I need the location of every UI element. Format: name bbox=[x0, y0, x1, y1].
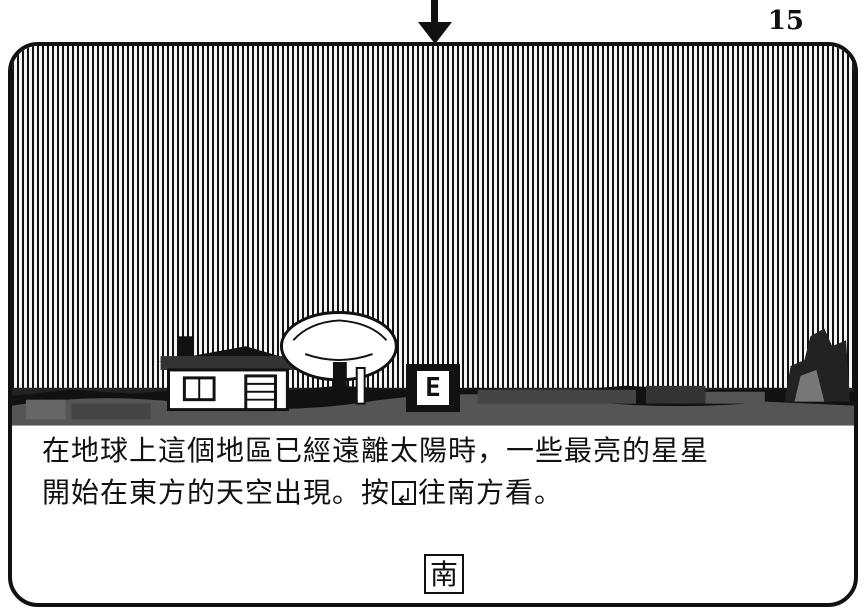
south-direction-button[interactable]: 南 bbox=[424, 554, 464, 594]
east-marker: E bbox=[406, 364, 460, 412]
caption-line-2-start: 開始在東方的天空出現。按 bbox=[42, 476, 391, 509]
caption-line-2-end: 往南方看。 bbox=[418, 476, 564, 509]
house bbox=[158, 336, 300, 412]
rocks bbox=[784, 328, 851, 402]
down-arrow-icon bbox=[418, 22, 452, 44]
caption-line-1: 在地球上這個地區已經遠離太陽時，一些最亮的星星 bbox=[42, 434, 710, 467]
narration-text: 在地球上這個地區已經遠離太陽時，一些最亮的星星 開始在東方的天空出現。按往南方看… bbox=[42, 430, 842, 519]
game-screen: E 在地球上這個地區已經遠離太陽時，一些最亮的星星 開始在東方的天空出現。按往南… bbox=[8, 42, 858, 607]
enter-key-icon bbox=[392, 477, 417, 519]
caption-line-2: 開始在東方的天空出現。按往南方看。 bbox=[42, 472, 842, 519]
marker-letter: E bbox=[417, 371, 449, 405]
page-number: 15 bbox=[767, 6, 804, 36]
